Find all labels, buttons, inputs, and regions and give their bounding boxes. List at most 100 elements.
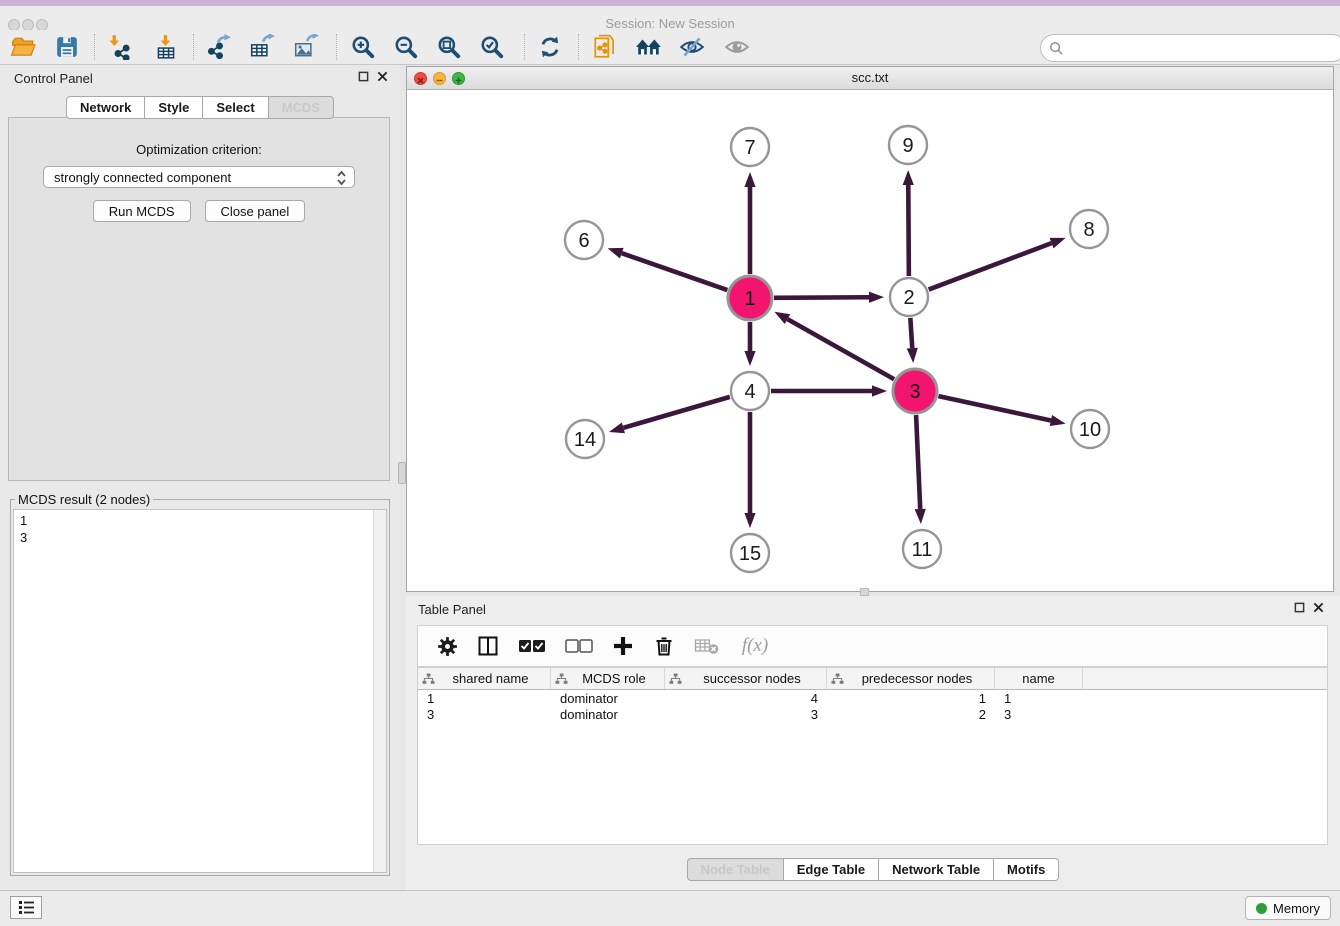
network-window-titlebar[interactable]: scc.txt: [407, 67, 1333, 90]
edge-arrowhead-3-11: [915, 509, 926, 524]
table-tab-node-table[interactable]: Node Table: [687, 858, 784, 881]
import-network-button[interactable]: [100, 32, 136, 62]
edge-2-8[interactable]: [929, 243, 1052, 289]
edge-2-3[interactable]: [910, 318, 912, 348]
toolbar-separator: [94, 34, 95, 60]
column-header-shared-name[interactable]: shared name: [418, 668, 551, 689]
document-network-icon: [592, 34, 618, 60]
table-panel-title: Table Panel: [418, 602, 486, 617]
gear-icon: [436, 635, 459, 658]
floppy-disk-icon: [55, 35, 79, 59]
show-all-button[interactable]: [719, 32, 755, 62]
tab-mcds[interactable]: MCDS: [269, 96, 334, 119]
node-label-10: 10: [1079, 419, 1101, 441]
toolbar-separator: [578, 34, 579, 60]
memory-status-icon: [1256, 903, 1267, 914]
edge-3-11[interactable]: [916, 415, 920, 509]
memory-button[interactable]: Memory: [1245, 896, 1331, 920]
result-scrollbar[interactable]: [373, 510, 386, 872]
column-header-name[interactable]: name: [995, 668, 1083, 689]
table-tab-motifs[interactable]: Motifs: [994, 858, 1059, 881]
float-panel-button[interactable]: [358, 71, 369, 82]
delete-columns-button[interactable]: [652, 634, 676, 658]
toolbar-separator: [193, 34, 194, 60]
table-header-row: shared nameMCDS rolesuccessor nodesprede…: [418, 668, 1327, 690]
zoom-fit-button[interactable]: [431, 32, 467, 62]
select-all-rows-button[interactable]: [517, 634, 547, 658]
float-table-panel-button[interactable]: [1294, 602, 1305, 613]
function-builder-button[interactable]: f(x): [738, 634, 772, 658]
run-mcds-button[interactable]: Run MCDS: [93, 200, 191, 222]
import-table-button[interactable]: [148, 32, 184, 62]
panel-splitter-handle[interactable]: [398, 462, 406, 484]
tab-select[interactable]: Select: [203, 96, 268, 119]
cell-shared-name[interactable]: 1: [418, 691, 551, 706]
table-settings-button[interactable]: [435, 634, 459, 658]
add-column-button[interactable]: [611, 634, 635, 658]
zoom-out-button[interactable]: [388, 32, 424, 62]
show-columns-button[interactable]: [476, 634, 500, 658]
close-panel-button[interactable]: [377, 71, 388, 82]
hide-selected-button[interactable]: [674, 32, 710, 62]
table-row[interactable]: 1dominator411: [418, 690, 1327, 706]
open-session-button[interactable]: [5, 32, 41, 62]
node-label-2: 2: [903, 287, 914, 309]
cell-predecessor-nodes[interactable]: 1: [827, 691, 995, 706]
column-header-predecessor-nodes[interactable]: predecessor nodes: [827, 668, 995, 689]
table-tab-network-table[interactable]: Network Table: [879, 858, 994, 881]
cell-predecessor-nodes[interactable]: 2: [827, 707, 995, 722]
mcds-result-list[interactable]: 1 3: [13, 509, 387, 873]
cell-MCDS-role[interactable]: dominator: [551, 691, 665, 706]
table-body: 1dominator4113dominator323: [418, 690, 1327, 722]
apply-layout-button[interactable]: [532, 32, 568, 62]
export-image-button[interactable]: [288, 32, 324, 62]
export-table-button[interactable]: [244, 32, 280, 62]
zoom-in-icon: [350, 34, 376, 60]
search-box: [1040, 34, 1340, 62]
edge-3-10[interactable]: [938, 396, 1050, 420]
cell-successor-nodes[interactable]: 3: [665, 707, 827, 722]
attribute-type-icon: [422, 673, 435, 685]
export-network-button[interactable]: [201, 32, 237, 62]
column-header-MCDS-role[interactable]: MCDS role: [551, 668, 665, 689]
save-session-button[interactable]: [49, 32, 85, 62]
deselect-all-rows-button[interactable]: [564, 634, 594, 658]
edge-4-14[interactable]: [623, 397, 729, 428]
attribute-type-icon: [555, 673, 568, 685]
network-title: scc.txt: [407, 70, 1333, 85]
zoom-selected-button[interactable]: [474, 32, 510, 62]
close-mcds-panel-button[interactable]: Close panel: [205, 200, 306, 222]
table-tab-edge-table[interactable]: Edge Table: [784, 858, 879, 881]
show-panels-button[interactable]: [10, 896, 42, 919]
cell-MCDS-role[interactable]: dominator: [551, 707, 665, 722]
zoom-in-button[interactable]: [345, 32, 381, 62]
edge-2-9[interactable]: [908, 185, 909, 276]
edge-1-6[interactable]: [622, 253, 728, 290]
network-canvas[interactable]: 7968124314101511: [407, 90, 1333, 591]
cell-name[interactable]: 3: [995, 707, 1083, 722]
tab-style[interactable]: Style: [145, 96, 203, 119]
first-neighbors-button[interactable]: [631, 32, 667, 62]
table-panel-tabs: Node TableEdge TableNetwork TableMotifs: [406, 858, 1340, 881]
node-label-6: 6: [578, 230, 589, 252]
criterion-dropdown[interactable]: strongly connected component: [43, 166, 355, 188]
control-panel: Control Panel NetworkStyleSelectMCDS Opt…: [0, 65, 400, 891]
network-table-splitter-handle[interactable]: [860, 588, 869, 596]
cell-successor-nodes[interactable]: 4: [665, 691, 827, 706]
column-header-successor-nodes[interactable]: successor nodes: [665, 668, 827, 689]
delete-table-button[interactable]: [693, 634, 721, 658]
main-toolbar: [0, 30, 1340, 65]
edge-1-2[interactable]: [774, 297, 869, 298]
search-input[interactable]: [1070, 40, 1337, 57]
cell-name[interactable]: 1: [995, 691, 1083, 706]
edge-3-1[interactable]: [787, 319, 894, 379]
tab-network[interactable]: Network: [66, 96, 145, 119]
new-network-from-selection-button[interactable]: [587, 32, 623, 62]
status-bar: Memory: [0, 890, 1340, 926]
close-table-panel-button[interactable]: [1313, 602, 1324, 613]
zoom-fit-icon: [436, 34, 462, 60]
node-label-9: 9: [902, 135, 913, 157]
cell-shared-name[interactable]: 3: [418, 707, 551, 722]
list-icon: [18, 900, 35, 915]
table-row[interactable]: 3dominator323: [418, 706, 1327, 722]
